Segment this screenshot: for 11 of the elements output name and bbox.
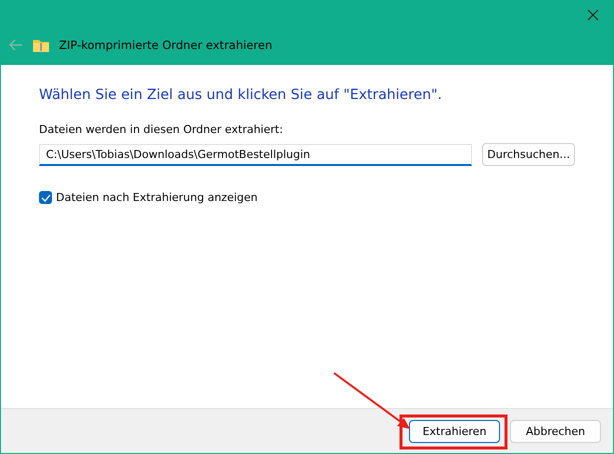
- checkbox[interactable]: [39, 191, 52, 204]
- zip-folder-icon: [33, 38, 49, 52]
- destination-label: Dateien werden in diesen Ordner extrahiert:: [39, 123, 284, 136]
- destination-field[interactable]: C:\Users\Tobias\Downloads\GermotBestellplugin: [39, 144, 472, 166]
- window-title: ZIP-komprimierte Ordner extrahieren: [59, 38, 272, 52]
- checkbox-label[interactable]: Dateien nach Extrahierung anzeigen: [56, 191, 258, 204]
- cancel-button[interactable]: Abbrechen: [510, 420, 601, 442]
- close-icon[interactable]: [587, 9, 599, 21]
- browse-button[interactable]: Durchsuchen...: [482, 143, 575, 166]
- instruction-heading: Wählen Sie ein Ziel aus und klicken Sie auf "Extrahieren".: [39, 87, 443, 103]
- extract-button[interactable]: Extrahieren: [409, 420, 500, 442]
